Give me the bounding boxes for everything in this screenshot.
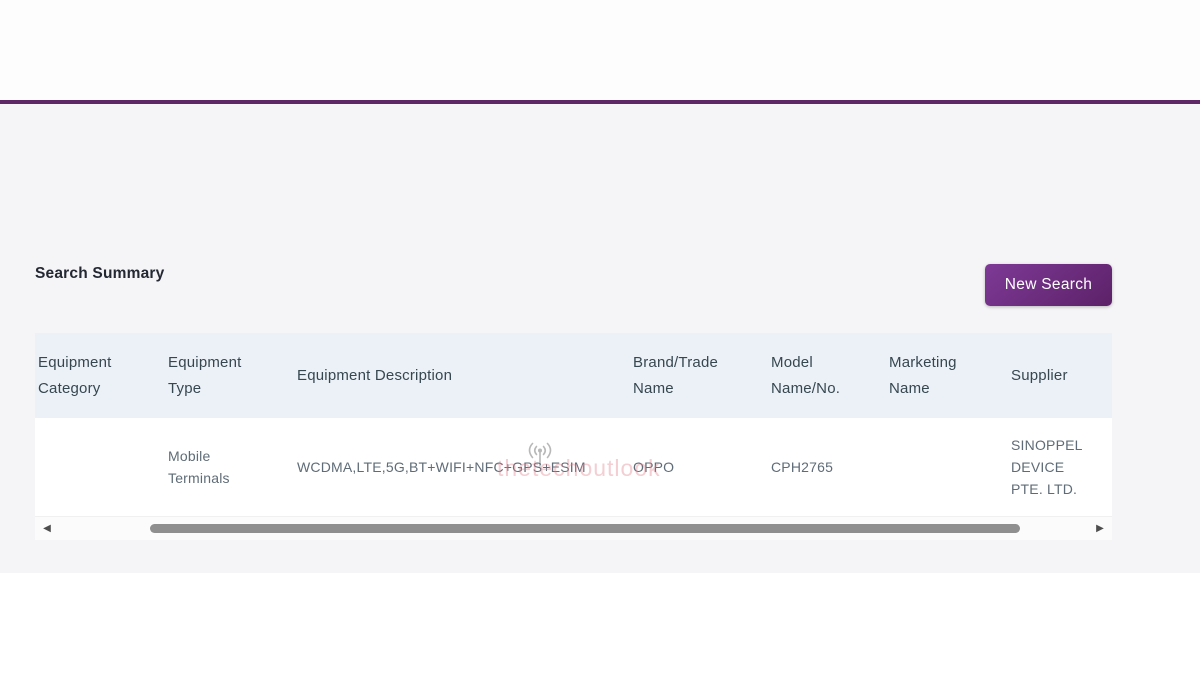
- col-header-equipment-type: Equipment Type: [152, 333, 281, 418]
- results-table: Equipment Category Equipment Type Equipm…: [35, 333, 1112, 516]
- col-header-brand-trade-name: Brand/Trade Name: [617, 333, 755, 418]
- col-header-equipment-category: Equipment Category: [35, 333, 152, 418]
- cell-marketing-name: [873, 418, 995, 516]
- new-search-button[interactable]: New Search: [985, 264, 1112, 306]
- content-area: Search Summary New Search Equipment Cate…: [0, 104, 1200, 573]
- col-header-model-name-no: Model Name/No.: [755, 333, 873, 418]
- horizontal-scrollbar: ◀ ▶: [35, 516, 1112, 540]
- col-header-supplier: Supplier: [995, 333, 1106, 418]
- col-header-network-compatibility: Network Compatibility: [1106, 333, 1112, 418]
- scroll-left-icon[interactable]: ◀: [39, 521, 55, 537]
- search-summary-page: Search Summary New Search Equipment Cate…: [0, 0, 1200, 675]
- table-row: Mobile Terminals WCDMA,LTE,5G,BT+WIFI+NF…: [35, 418, 1112, 516]
- table-header-row: Equipment Category Equipment Type Equipm…: [35, 333, 1112, 418]
- bottom-white-band: [0, 573, 1200, 675]
- cell-equipment-description: WCDMA,LTE,5G,BT+WIFI+NFC+GPS+ESIM: [281, 418, 617, 516]
- scroll-right-icon[interactable]: ▶: [1092, 521, 1108, 537]
- cell-supplier: SINOPPEL DEVICE PTE. LTD.: [995, 418, 1106, 516]
- cell-model-name-no: CPH2765: [755, 418, 873, 516]
- cell-equipment-type: Mobile Terminals: [152, 418, 281, 516]
- top-white-band: [0, 0, 1200, 100]
- results-table-viewport[interactable]: Equipment Category Equipment Type Equipm…: [35, 333, 1112, 540]
- col-header-marketing-name: Marketing Name: [873, 333, 995, 418]
- cell-network-compatibility: [1106, 418, 1112, 516]
- scrollbar-thumb[interactable]: [150, 524, 1020, 533]
- cell-brand-trade-name: OPPO: [617, 418, 755, 516]
- col-header-equipment-description: Equipment Description: [281, 333, 617, 418]
- cell-equipment-category: [35, 418, 152, 516]
- page-title: Search Summary: [35, 265, 164, 283]
